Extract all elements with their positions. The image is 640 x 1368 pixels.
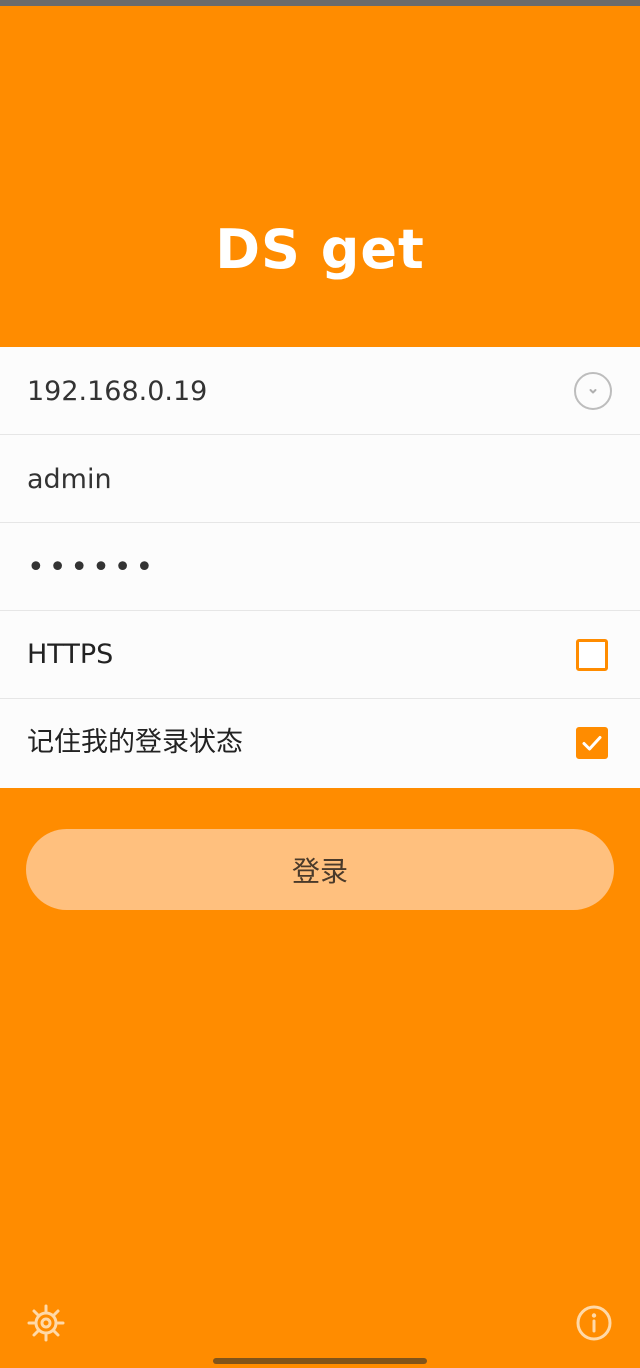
checkmark-icon xyxy=(582,736,602,751)
https-checkbox[interactable] xyxy=(576,639,608,671)
username-input[interactable] xyxy=(27,435,547,523)
status-bar xyxy=(0,0,640,6)
remember-checkbox[interactable] xyxy=(576,727,608,759)
https-row[interactable]: HTTPS xyxy=(0,611,640,699)
gear-icon xyxy=(27,1304,65,1342)
https-label: HTTPS xyxy=(27,639,114,670)
home-indicator xyxy=(213,1358,427,1364)
chevron-down-icon xyxy=(589,389,597,394)
server-dropdown-button[interactable] xyxy=(574,372,612,410)
password-input[interactable] xyxy=(27,523,547,611)
remember-label: 记住我的登录状态 xyxy=(27,727,243,758)
app-title: DS get xyxy=(215,218,425,281)
server-address-input[interactable] xyxy=(27,347,547,435)
server-row xyxy=(0,347,640,435)
settings-button[interactable] xyxy=(26,1303,66,1343)
login-form: HTTPS 记住我的登录状态 xyxy=(0,347,640,788)
info-icon xyxy=(576,1305,612,1341)
password-row xyxy=(0,523,640,611)
login-screen: DS get HTTPS 记住我的登录状态 xyxy=(0,0,640,1368)
username-row xyxy=(0,435,640,523)
remember-row[interactable]: 记住我的登录状态 xyxy=(0,699,640,788)
login-button[interactable]: 登录 xyxy=(26,829,614,910)
info-button[interactable] xyxy=(574,1303,614,1343)
